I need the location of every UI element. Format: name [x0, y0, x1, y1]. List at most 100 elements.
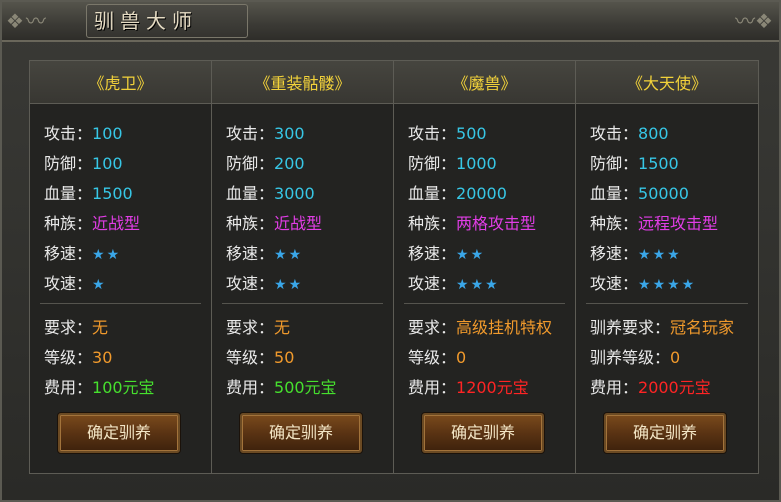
attack-speed-row: 攻速：★	[44, 269, 207, 299]
move-speed-row: 移速：★★	[408, 239, 571, 269]
race-value: 近战型	[274, 214, 323, 233]
attack-label: 攻击：	[44, 124, 93, 143]
hp-row: 血量：50000	[590, 179, 754, 209]
level-label: 驯养等级：	[590, 348, 671, 367]
beast-requirements: 要求：无 等级：30 费用：100元宝	[44, 313, 209, 403]
divider	[404, 303, 565, 304]
beast-requirements: 要求：无 等级：50 费用：500元宝	[226, 313, 391, 403]
requirement-row: 驯养要求：冠名玩家	[590, 313, 756, 343]
requirement-label: 要求：	[226, 318, 275, 337]
attack-speed-stars-icon: ★	[92, 277, 107, 293]
defense-value: 1000	[456, 154, 497, 173]
beast-stats: 攻击：300 防御：200 血量：3000 种族：近战型 移速：★★ 攻速：★★	[226, 119, 389, 299]
attack-value: 300	[274, 124, 305, 143]
attack-label: 攻击：	[226, 124, 275, 143]
race-row: 种族：近战型	[226, 209, 389, 239]
cost-value: 1200元宝	[456, 378, 529, 397]
level-row: 等级：0	[408, 343, 573, 373]
title-bar[interactable]: ❖〰 驯兽大师 〰❖	[2, 2, 779, 42]
cost-value: 2000元宝	[638, 378, 711, 397]
race-value: 两格攻击型	[456, 214, 537, 233]
beast-card: 《虎卫》 攻击：100 防御：100 血量：1500 种族：近战型 移速：★★ …	[30, 61, 212, 473]
attack-speed-stars-icon: ★★★	[456, 277, 500, 293]
beast-stats: 攻击：800 防御：1500 血量：50000 种族：远程攻击型 移速：★★★ …	[590, 119, 754, 299]
defense-label: 防御：	[590, 154, 639, 173]
requirement-label: 要求：	[44, 318, 93, 337]
beast-cards: 《虎卫》 攻击：100 防御：100 血量：1500 种族：近战型 移速：★★ …	[29, 60, 759, 474]
race-label: 种族：	[44, 214, 93, 233]
move-speed-label: 移速：	[226, 244, 275, 263]
attack-label: 攻击：	[408, 124, 457, 143]
attack-speed-row: 攻速：★★	[226, 269, 389, 299]
beast-name: 《虎卫》	[30, 61, 211, 104]
attack-speed-stars-icon: ★★	[274, 277, 304, 293]
dragon-ornament-icon: ❖〰	[6, 9, 48, 33]
cost-value: 100元宝	[92, 378, 155, 397]
cost-row: 费用：1200元宝	[408, 373, 573, 403]
attack-speed-stars-icon: ★★★★	[638, 277, 697, 293]
move-speed-stars-icon: ★★	[274, 247, 304, 263]
hp-value: 20000	[456, 184, 507, 203]
hp-row: 血量：20000	[408, 179, 571, 209]
defense-label: 防御：	[226, 154, 275, 173]
cost-value: 500元宝	[274, 378, 337, 397]
hp-value: 3000	[274, 184, 315, 203]
attack-value: 100	[92, 124, 123, 143]
beast-card: 《大天使》 攻击：800 防御：1500 血量：50000 种族：远程攻击型 移…	[576, 61, 758, 473]
divider	[40, 303, 201, 304]
level-label: 等级：	[226, 348, 275, 367]
attack-speed-label: 攻速：	[408, 274, 457, 293]
attack-label: 攻击：	[590, 124, 639, 143]
race-value: 近战型	[92, 214, 141, 233]
attack-row: 攻击：500	[408, 119, 571, 149]
requirement-label: 驯养要求：	[590, 318, 671, 337]
defense-row: 防御：100	[44, 149, 207, 179]
beast-master-window: ❖〰 驯兽大师 〰❖ 《虎卫》 攻击：100 防御：100 血量：1500 种族…	[0, 0, 781, 502]
confirm-tame-button[interactable]: 确定驯养	[58, 413, 180, 453]
defense-row: 防御：1000	[408, 149, 571, 179]
move-speed-stars-icon: ★★★	[638, 247, 682, 263]
beast-name: 《魔兽》	[394, 61, 575, 104]
level-label: 等级：	[408, 348, 457, 367]
attack-row: 攻击：100	[44, 119, 207, 149]
move-speed-label: 移速：	[44, 244, 93, 263]
attack-value: 800	[638, 124, 669, 143]
race-label: 种族：	[408, 214, 457, 233]
attack-row: 攻击：800	[590, 119, 754, 149]
divider	[586, 303, 748, 304]
attack-speed-label: 攻速：	[226, 274, 275, 293]
attack-row: 攻击：300	[226, 119, 389, 149]
cost-label: 费用：	[44, 378, 93, 397]
defense-row: 防御：200	[226, 149, 389, 179]
requirement-row: 要求：无	[44, 313, 209, 343]
beast-stats: 攻击：500 防御：1000 血量：20000 种族：两格攻击型 移速：★★ 攻…	[408, 119, 571, 299]
defense-row: 防御：1500	[590, 149, 754, 179]
defense-value: 100	[92, 154, 123, 173]
confirm-tame-button[interactable]: 确定驯养	[422, 413, 544, 453]
move-speed-row: 移速：★★★	[590, 239, 754, 269]
race-label: 种族：	[226, 214, 275, 233]
attack-speed-row: 攻速：★★★★	[590, 269, 754, 299]
beast-card: 《魔兽》 攻击：500 防御：1000 血量：20000 种族：两格攻击型 移速…	[394, 61, 576, 473]
requirement-value: 高级挂机特权	[456, 318, 553, 337]
level-value: 50	[274, 348, 295, 367]
move-speed-row: 移速：★★	[226, 239, 389, 269]
hp-row: 血量：1500	[44, 179, 207, 209]
cost-label: 费用：	[590, 378, 639, 397]
defense-value: 1500	[638, 154, 679, 173]
beast-stats: 攻击：100 防御：100 血量：1500 种族：近战型 移速：★★ 攻速：★	[44, 119, 207, 299]
move-speed-label: 移速：	[408, 244, 457, 263]
defense-label: 防御：	[44, 154, 93, 173]
defense-value: 200	[274, 154, 305, 173]
requirement-value: 无	[92, 318, 109, 337]
hp-value: 1500	[92, 184, 133, 203]
confirm-tame-button[interactable]: 确定驯养	[604, 413, 726, 453]
confirm-tame-button[interactable]: 确定驯养	[240, 413, 362, 453]
hp-label: 血量：	[590, 184, 639, 203]
level-row: 驯养等级：0	[590, 343, 756, 373]
attack-speed-label: 攻速：	[44, 274, 93, 293]
beast-name: 《大天使》	[576, 61, 758, 104]
requirement-row: 要求：无	[226, 313, 391, 343]
attack-speed-row: 攻速：★★★	[408, 269, 571, 299]
level-row: 等级：30	[44, 343, 209, 373]
